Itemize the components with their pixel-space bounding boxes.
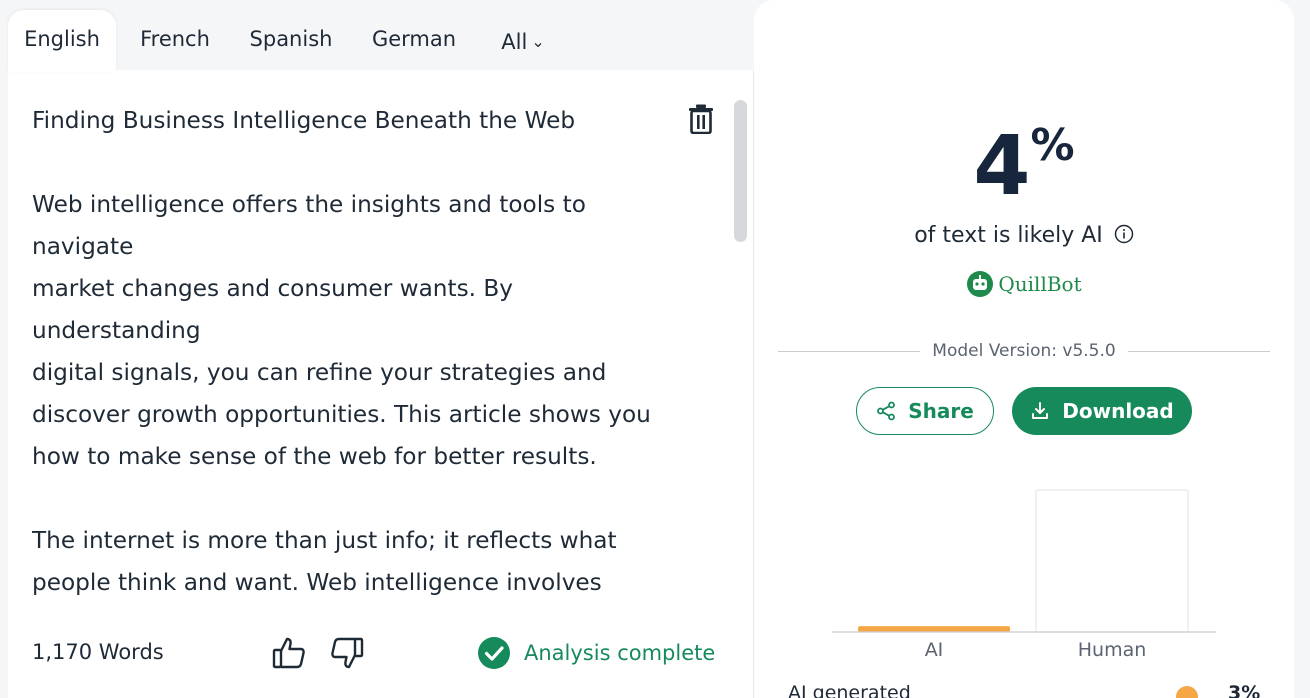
results-panel: 4% of text is likely AI QuillBot Model V… xyxy=(754,0,1294,698)
quillbot-logo: QuillBot xyxy=(754,270,1294,298)
tick-label-human: Human xyxy=(1078,639,1147,661)
info-icon[interactable] xyxy=(1114,224,1134,244)
analysis-status: Analysis complete xyxy=(478,636,715,670)
ai-human-chart: AI Human xyxy=(832,480,1222,680)
bar-human xyxy=(1035,489,1189,633)
likely-ai-label: of text is likely AI xyxy=(914,223,1103,248)
tick-label-ai: AI xyxy=(925,639,944,661)
brand-name: QuillBot xyxy=(998,272,1082,296)
ai-generated-dot xyxy=(1176,686,1198,698)
editor-title: Finding Business Intelligence Beneath th… xyxy=(32,107,576,134)
ai-generated-row: AI generated 3% xyxy=(788,682,1268,698)
thumbs-down-icon[interactable] xyxy=(330,636,364,670)
thumbs-up-icon[interactable] xyxy=(272,636,306,670)
model-version: Model Version: v5.5.0 xyxy=(778,340,1270,364)
chart-svg: AI Human xyxy=(832,489,1216,661)
download-label: Download xyxy=(1062,399,1174,423)
download-icon xyxy=(1032,402,1049,419)
editor-paragraph: The internet is more than just info; it … xyxy=(32,527,617,596)
word-count: 1,170 Words xyxy=(32,640,164,664)
text-editor[interactable]: Finding Business Intelligence Beneath th… xyxy=(32,100,682,600)
ai-generated-label: AI generated xyxy=(788,682,911,698)
input-panel: Finding Business Intelligence Beneath th… xyxy=(8,70,754,698)
likely-ai-text: of text is likely AI xyxy=(754,223,1294,248)
share-button[interactable]: Share xyxy=(856,387,994,435)
check-circle-icon xyxy=(478,637,510,669)
ai-percentage: 4% xyxy=(754,120,1294,212)
ai-generated-percent: 3% xyxy=(1228,682,1261,698)
share-label: Share xyxy=(908,399,974,423)
tab-german[interactable]: German xyxy=(362,10,466,72)
download-button[interactable]: Download xyxy=(1012,387,1192,435)
percent-sign: % xyxy=(1030,120,1075,171)
editor-footer: 1,170 Words Analysis complete xyxy=(8,610,754,698)
trash-icon[interactable] xyxy=(688,104,718,136)
editor-scrollbar[interactable] xyxy=(734,100,747,242)
status-text: Analysis complete xyxy=(524,641,716,665)
tab-all[interactable]: All ⌄ xyxy=(488,13,558,75)
tab-all-label: All xyxy=(501,30,528,54)
tab-spanish[interactable]: Spanish xyxy=(240,10,342,72)
quillbot-robot-icon xyxy=(967,271,994,297)
tab-french[interactable]: French xyxy=(128,10,222,72)
bar-ai xyxy=(858,626,1010,632)
tab-english[interactable]: English xyxy=(8,10,116,72)
editor-paragraph: Web intelligence offers the insights and… xyxy=(32,191,651,470)
ai-percentage-value: 4 xyxy=(973,119,1031,214)
language-tabs: English French Spanish German All ⌄ xyxy=(0,0,760,72)
share-icon xyxy=(877,401,896,421)
chevron-down-icon: ⌄ xyxy=(531,32,545,51)
